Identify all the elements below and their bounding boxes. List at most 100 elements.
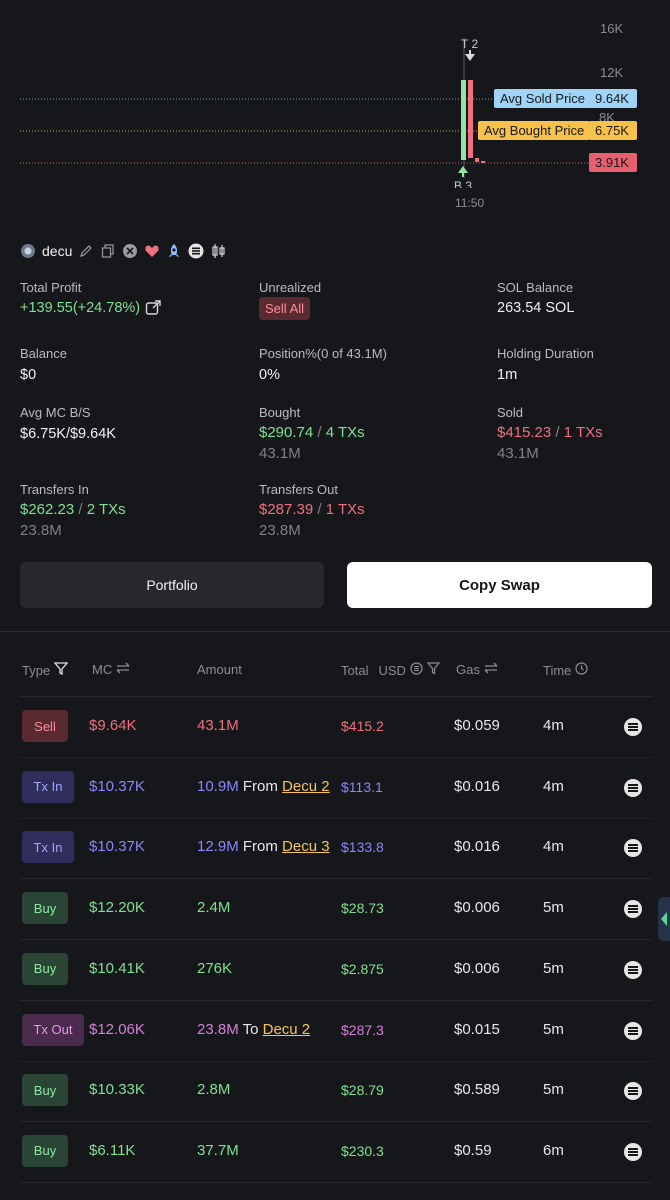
separator: / bbox=[317, 424, 322, 441]
mc-value: $12.20K bbox=[89, 899, 145, 917]
solana-icon[interactable] bbox=[624, 778, 642, 797]
table-row[interactable]: Buy $6.11K 37.7M $230.3 $0.59 6m bbox=[20, 1122, 652, 1183]
mc-value: $10.41K bbox=[89, 959, 145, 977]
balance-value: $0 bbox=[20, 367, 37, 383]
side-panel-toggle[interactable] bbox=[658, 897, 670, 941]
amount-value: 2.4M bbox=[197, 899, 231, 917]
token-name: decu bbox=[42, 243, 73, 259]
table-row[interactable]: Tx In $10.37K 12.9M From Decu 3 $133.8 $0.01… bbox=[20, 818, 652, 880]
gas-value: $0.016 bbox=[454, 838, 500, 856]
column-header-total[interactable]: Total USD bbox=[341, 662, 441, 678]
time-value: 5m bbox=[543, 1020, 564, 1038]
sol-balance-value: 263.54 SOL bbox=[497, 300, 575, 316]
section-divider bbox=[0, 631, 670, 632]
mc-value: $9.64K bbox=[89, 717, 137, 734]
type-badge[interactable]: Buy bbox=[22, 1134, 68, 1167]
swap-sort-icon[interactable] bbox=[484, 662, 498, 677]
sell-marker-label: T 2 bbox=[461, 37, 479, 51]
portfolio-button[interactable]: Portfolio bbox=[20, 562, 324, 608]
usd-header-label[interactable]: USD bbox=[378, 663, 405, 678]
total-value: $28.73 bbox=[341, 900, 384, 917]
filter-icon[interactable] bbox=[53, 662, 69, 678]
avg-mc-label: Avg MC B/S bbox=[20, 405, 91, 420]
table-row[interactable]: Tx In $10.37K 10.9M From Decu 2 $113.1 $0.01… bbox=[20, 758, 652, 819]
solana-icon[interactable] bbox=[624, 900, 642, 919]
balance-label: Balance bbox=[20, 346, 67, 361]
table-row[interactable]: Buy $10.33K 2.8M $28.79 $0.589 5m bbox=[20, 1061, 652, 1123]
time-value: 4m bbox=[543, 777, 564, 795]
amount-cell: 2.8M bbox=[197, 1081, 230, 1098]
amount-cell: 37.7M bbox=[197, 1142, 239, 1159]
heart-icon[interactable] bbox=[144, 243, 160, 259]
amount-value: 37.7M bbox=[197, 1141, 239, 1159]
gas-value: $0.006 bbox=[454, 959, 500, 977]
bought-label: Bought bbox=[259, 405, 301, 420]
counterparty-link[interactable]: Decu 2 bbox=[263, 1021, 311, 1038]
amount-value: 43.1M bbox=[197, 717, 239, 734]
price-chart[interactable]: 16K 12K 8K T 2 B 3 11:50 Avg Sold Price … bbox=[0, 0, 670, 232]
avg-bought-value: 6.75K bbox=[589, 121, 637, 140]
direction-word: From bbox=[242, 777, 278, 795]
total-value: $113.1 bbox=[341, 778, 383, 795]
candle-small bbox=[481, 161, 485, 163]
separator: / bbox=[317, 501, 322, 518]
amount-value: 2.8M bbox=[197, 1081, 231, 1099]
amount-header-label: Amount bbox=[197, 662, 242, 677]
type-badge[interactable]: Sell bbox=[22, 710, 68, 742]
time-value: 4m bbox=[543, 717, 564, 734]
column-header-type[interactable]: Type bbox=[22, 662, 69, 678]
column-header-gas[interactable]: Gas bbox=[456, 662, 498, 677]
mc-value: $10.37K bbox=[89, 777, 145, 795]
solana-icon[interactable] bbox=[188, 243, 204, 259]
type-badge[interactable]: Tx In bbox=[22, 831, 74, 864]
solana-icon[interactable] bbox=[624, 1082, 642, 1101]
sold-label: Sold bbox=[497, 405, 524, 420]
table-row[interactable]: Buy $12.20K 2.4M $28.73 $0.006 5m bbox=[20, 879, 652, 941]
amount-value: 10.9M bbox=[197, 777, 239, 795]
amount-cell: 276K bbox=[197, 960, 232, 977]
solana-icon[interactable] bbox=[624, 960, 642, 979]
column-header-time[interactable]: Time bbox=[543, 662, 589, 678]
gas-value: $0.006 bbox=[454, 899, 500, 917]
edit-icon[interactable] bbox=[78, 243, 94, 259]
solana-icon[interactable] bbox=[624, 839, 642, 858]
position-value: 0% bbox=[259, 367, 280, 383]
copy-icon[interactable] bbox=[100, 243, 116, 259]
table-row[interactable]: Buy $10.41K 276K $2.875 $0.006 5m bbox=[20, 940, 652, 1001]
type-badge[interactable]: Buy bbox=[22, 892, 68, 925]
unrealized-label: Unrealized bbox=[259, 280, 322, 295]
transfers-out-usd: $287.39 bbox=[259, 501, 314, 518]
clock-icon[interactable] bbox=[575, 662, 589, 678]
rocket-icon[interactable] bbox=[166, 243, 182, 259]
transfers-out-txs: 1 TXs bbox=[325, 501, 365, 518]
swap-sort-icon[interactable] bbox=[116, 662, 130, 677]
gas-header-label: Gas bbox=[456, 662, 480, 677]
currency-toggle-icon[interactable] bbox=[410, 662, 423, 678]
solana-icon[interactable] bbox=[624, 1021, 642, 1040]
solana-icon[interactable] bbox=[624, 718, 642, 736]
current-price-value: 3.91K bbox=[589, 153, 637, 172]
y-tick: 12K bbox=[600, 65, 624, 80]
sold-amount: 43.1M bbox=[497, 445, 539, 462]
solana-icon[interactable] bbox=[624, 1142, 642, 1161]
counterparty-link[interactable]: Decu 2 bbox=[282, 778, 330, 795]
bought-summary: $290.74 / 4 TXs bbox=[259, 424, 365, 441]
filter-icon[interactable] bbox=[426, 662, 441, 678]
type-badge[interactable]: Buy bbox=[22, 1074, 68, 1107]
column-header-mc[interactable]: MC bbox=[92, 662, 130, 677]
gas-value: $0.59 bbox=[454, 1141, 492, 1159]
counterparty-link[interactable]: Decu 3 bbox=[282, 838, 330, 855]
sell-all-button[interactable]: Sell All bbox=[259, 297, 311, 320]
type-header-label: Type bbox=[22, 662, 51, 678]
table-row[interactable]: Sell $9.64K 43.1M $415.2 $0.059 4m bbox=[20, 697, 652, 758]
candlestick-icon[interactable] bbox=[210, 243, 226, 259]
transfers-in-txs: 2 TXs bbox=[86, 501, 126, 518]
type-badge[interactable]: Tx In bbox=[22, 770, 74, 803]
copy-swap-button[interactable]: Copy Swap bbox=[347, 562, 652, 608]
share-icon[interactable] bbox=[145, 300, 161, 321]
table-row[interactable]: Tx Out $12.06K 23.8M To Decu 2 $287.3 $0.015… bbox=[20, 1001, 652, 1062]
type-badge[interactable]: Tx Out bbox=[22, 1013, 84, 1046]
x-social-icon[interactable] bbox=[122, 243, 138, 259]
type-badge[interactable]: Buy bbox=[22, 952, 68, 985]
mc-header-label: MC bbox=[92, 662, 113, 677]
